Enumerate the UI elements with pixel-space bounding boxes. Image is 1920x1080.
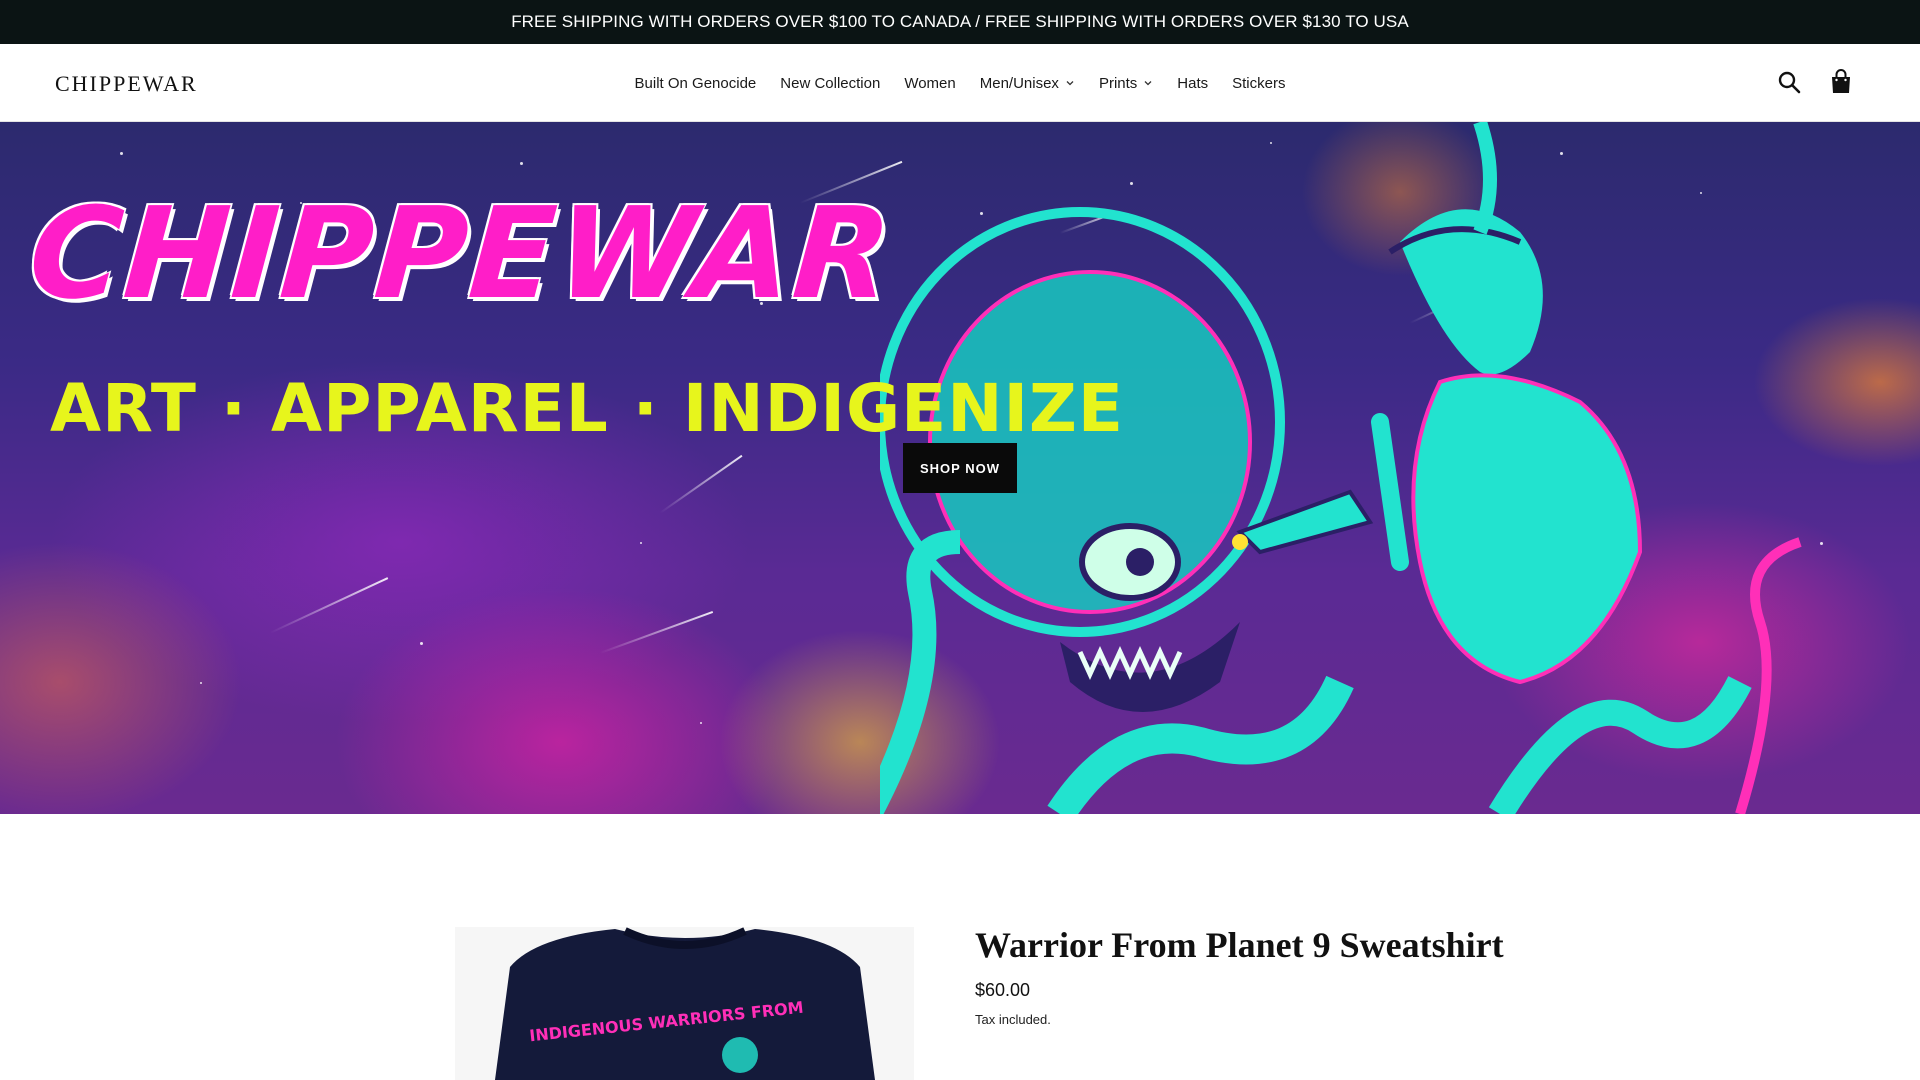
- hero-title: CHIPPEWAR: [24, 180, 898, 327]
- nav-item-label: Prints: [1098, 74, 1138, 92]
- sweatshirt-image: INDIGENOUS WARRIORS FROM: [495, 927, 875, 1080]
- nav-item-label: Men/Unisex: [979, 74, 1059, 92]
- announcement-bar: FREE SHIPPING WITH ORDERS OVER $100 TO C…: [0, 0, 1920, 44]
- site-header: CHIPPEWAR Built On Genocide New Collecti…: [0, 44, 1920, 122]
- nav-item-label: Stickers: [1232, 74, 1286, 92]
- nav-item-label: Hats: [1177, 74, 1209, 92]
- nav-item-label: Women: [904, 74, 956, 92]
- site-logo[interactable]: CHIPPEWAR: [55, 71, 198, 97]
- nav-item-label: New Collection: [780, 74, 881, 92]
- main-nav: Built On Genocide New Collection Women M…: [0, 44, 1920, 122]
- announcement-text: FREE SHIPPING WITH ORDERS OVER $100 TO C…: [511, 12, 1409, 31]
- meteor-streak: [599, 611, 714, 654]
- shop-now-button[interactable]: SHOP NOW: [903, 443, 1017, 493]
- nav-item-women[interactable]: Women: [892, 75, 967, 92]
- product-price: $60.00: [975, 980, 1031, 1000]
- chevron-down-icon: [1144, 81, 1152, 86]
- product-title: Warrior From Planet 9 Sweatshirt: [975, 925, 1504, 965]
- nav-item-label: Built On Genocide: [634, 74, 757, 92]
- nav-item-stickers[interactable]: Stickers: [1220, 75, 1297, 92]
- nav-item-prints[interactable]: Prints: [1087, 75, 1165, 92]
- header-actions: [1776, 68, 1854, 96]
- meteor-streak: [659, 454, 743, 514]
- nav-item-men-unisex[interactable]: Men/Unisex: [968, 75, 1087, 92]
- hero-illustration: [880, 122, 1802, 814]
- hero-banner: CHIPPEWAR ART · APPAREL · INDIGENIZE SHO…: [0, 122, 1920, 814]
- nav-item-new-collection[interactable]: New Collection: [768, 75, 892, 92]
- search-icon[interactable]: [1776, 68, 1802, 96]
- meteor-streak: [269, 577, 389, 634]
- hero-subtitle: ART · APPAREL · INDIGENIZE: [50, 370, 1124, 447]
- tax-note: Tax included.: [975, 1012, 1051, 1027]
- chevron-down-icon: [1066, 81, 1074, 86]
- nav-item-built-on-genocide[interactable]: Built On Genocide: [623, 75, 769, 92]
- product-image[interactable]: INDIGENOUS WARRIORS FROM: [455, 927, 914, 1080]
- nav-item-hats[interactable]: Hats: [1165, 75, 1220, 92]
- cart-icon[interactable]: [1828, 68, 1854, 96]
